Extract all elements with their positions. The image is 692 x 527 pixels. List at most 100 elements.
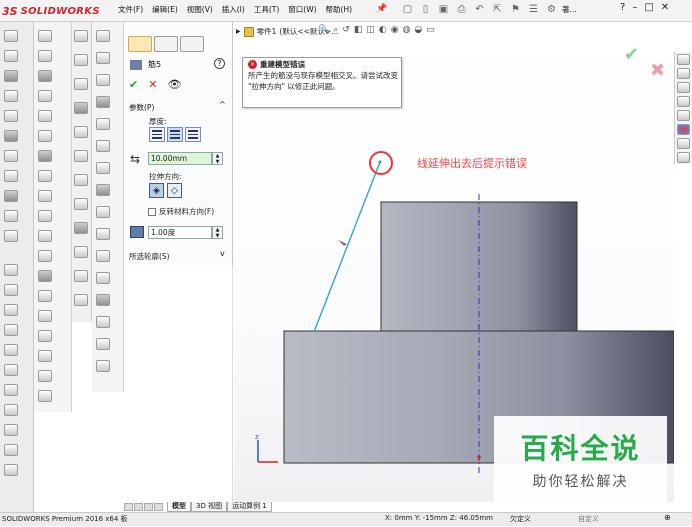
hide-show-icon[interactable]: ◉	[391, 25, 399, 35]
tool-icon[interactable]	[96, 30, 110, 42]
sketch-tool-icon[interactable]	[4, 170, 18, 182]
home-icon[interactable]	[677, 54, 690, 65]
tab-next-icon[interactable]	[144, 503, 153, 511]
new-doc-icon[interactable]: ▢	[400, 3, 415, 17]
feature-tool-icon[interactable]	[38, 330, 52, 342]
display-style-icon[interactable]: ◐	[379, 25, 387, 35]
tool-icon[interactable]	[96, 294, 110, 306]
chevron-down-icon[interactable]: v	[220, 249, 225, 258]
sketch-text-icon[interactable]	[4, 444, 18, 456]
file-properties-icon[interactable]: ☰	[526, 3, 541, 17]
line-endpoint[interactable]	[378, 160, 382, 164]
flip-material-checkbox[interactable]	[148, 207, 156, 216]
custom-properties-icon[interactable]	[677, 138, 690, 149]
menu-insert[interactable]: 插入(I)	[222, 4, 245, 18]
view-orientation-icon[interactable]: ◫	[366, 25, 375, 35]
sketch-ellipse-icon[interactable]	[4, 364, 18, 376]
solidworks-logo[interactable]: 3S SOLIDWORKS	[2, 3, 100, 19]
menu-edit[interactable]: 编辑(E)	[152, 4, 178, 18]
zoom-area-icon[interactable]: ⌕	[333, 25, 338, 35]
surface-tool-icon[interactable]	[74, 126, 88, 138]
feature-tool-icon[interactable]	[38, 390, 52, 402]
feature-tool-icon[interactable]	[38, 170, 52, 182]
feature-tool-icon[interactable]	[38, 90, 52, 102]
tool-icon[interactable]	[96, 74, 110, 86]
tool-icon[interactable]	[96, 118, 110, 130]
tool-icon[interactable]	[96, 162, 110, 174]
tab-prev-icon[interactable]	[134, 503, 143, 511]
sketch-slot-icon[interactable]	[4, 404, 18, 416]
view-palette-icon[interactable]	[677, 110, 690, 121]
sketch-spline-icon[interactable]	[4, 304, 18, 316]
feature-tool-icon[interactable]	[38, 290, 52, 302]
feature-tool-icon[interactable]	[38, 250, 52, 262]
close-button[interactable]: ✕	[661, 2, 669, 13]
ok-check-icon[interactable]: ✔	[129, 78, 138, 91]
flip-material-side-option[interactable]: 反转材料方向(F)	[148, 206, 214, 217]
status-units[interactable]: 自定义	[578, 514, 599, 524]
feature-tool-icon[interactable]	[38, 270, 52, 282]
tool-icon[interactable]	[96, 250, 110, 262]
save-icon[interactable]: ▣	[436, 3, 451, 17]
tool-icon[interactable]	[96, 338, 110, 350]
selected-contours-section-header[interactable]: 所选轮廓(S)	[129, 251, 170, 262]
tool-icon[interactable]	[96, 96, 110, 108]
sketch-rectangle-icon[interactable]	[4, 324, 18, 336]
feature-tool-icon[interactable]	[38, 310, 52, 322]
tool-icon[interactable]	[96, 206, 110, 218]
menu-window[interactable]: 窗口(W)	[288, 4, 316, 18]
print-icon[interactable]: ⎙	[454, 3, 469, 17]
thickness-spinner[interactable]: ▲ ▼	[212, 152, 223, 165]
sketch-polygon-icon[interactable]	[4, 384, 18, 396]
feature-tool-icon[interactable]	[38, 210, 52, 222]
tab-3d-view[interactable]: 3D 视图	[191, 502, 228, 512]
surface-tool-icon[interactable]	[74, 246, 88, 258]
help-icon[interactable]: ?	[214, 58, 225, 69]
tool-icon[interactable]	[96, 140, 110, 152]
undo-icon[interactable]: ↶	[472, 3, 487, 17]
feature-tool-icon[interactable]	[38, 50, 52, 62]
feature-tool-icon[interactable]	[38, 130, 52, 142]
sketch-tool-icon[interactable]	[4, 70, 18, 82]
file-explorer-icon[interactable]	[677, 96, 690, 107]
draft-spinner[interactable]: ▲ ▼	[212, 226, 223, 239]
surface-tool-icon[interactable]	[74, 270, 88, 282]
tab-first-icon[interactable]	[124, 503, 133, 511]
menu-file[interactable]: 文件(F)	[118, 4, 143, 18]
thickness-second-side-button[interactable]	[185, 127, 201, 142]
tool-icon[interactable]	[96, 228, 110, 240]
feature-tool-icon[interactable]	[38, 370, 52, 382]
help-icon[interactable]: ?	[620, 2, 625, 13]
sketch-tool-icon[interactable]	[4, 110, 18, 122]
tool-icon[interactable]	[96, 360, 110, 372]
confirm-corner-ok-icon[interactable]: ✔	[624, 44, 639, 65]
resources-icon[interactable]	[677, 68, 690, 79]
search-label[interactable]: 著...	[562, 3, 577, 17]
tool-icon[interactable]	[96, 316, 110, 328]
sketch-point-icon[interactable]	[4, 424, 18, 436]
rib-thickness-input[interactable]: 10.00mm	[148, 152, 212, 165]
feature-tool-icon[interactable]	[38, 110, 52, 122]
sketch-tool-icon[interactable]	[4, 90, 18, 102]
restore-button[interactable]: □	[644, 2, 653, 13]
sketch-arc-icon[interactable]	[4, 284, 18, 296]
feature-tool-icon[interactable]	[38, 70, 52, 82]
minimize-button[interactable]: –	[632, 2, 637, 13]
edit-appearance-icon[interactable]: ◍	[403, 25, 411, 35]
status-help-icon[interactable]: ⊕	[664, 513, 671, 522]
tab-configuration-manager[interactable]	[180, 36, 204, 52]
pin-menu-icon[interactable]: 📌	[376, 4, 387, 14]
menu-help[interactable]: 帮助(H)	[326, 4, 353, 18]
parameters-section-header[interactable]: 参数(P)	[129, 102, 154, 113]
expand-arrow-icon[interactable]: ▶	[236, 28, 241, 35]
tab-feature-manager[interactable]	[128, 36, 152, 52]
surface-tool-icon[interactable]	[74, 174, 88, 186]
select-icon[interactable]: ⇱	[490, 3, 505, 17]
tab-model[interactable]: 模型	[167, 502, 191, 512]
rebuild-icon[interactable]: ⚑	[508, 3, 523, 17]
normal-to-sketch-button[interactable]: ◇	[167, 183, 182, 198]
surface-tool-icon[interactable]	[74, 150, 88, 162]
scene-icon[interactable]: ◒	[414, 25, 422, 35]
surface-tool-icon[interactable]	[74, 294, 88, 306]
collapse-icon[interactable]: ^	[219, 100, 226, 109]
